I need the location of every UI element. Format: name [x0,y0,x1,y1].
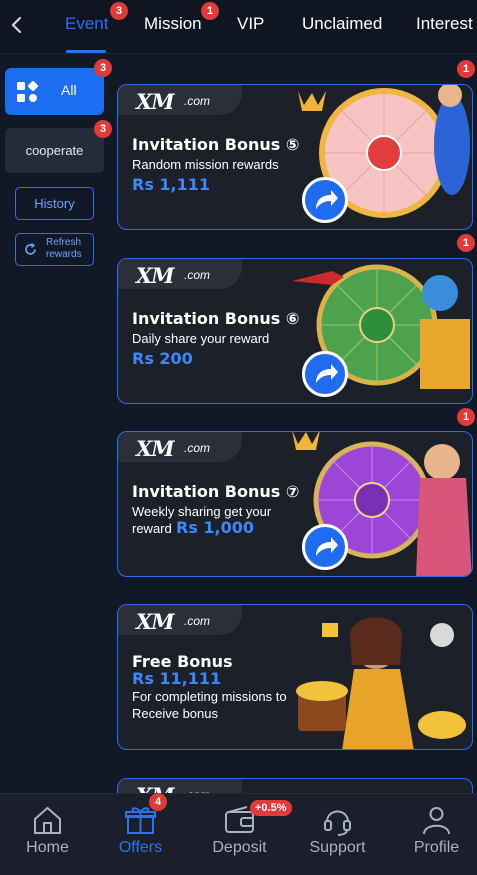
bottom-navigation: Home Offers Deposit Support Profile [0,793,477,875]
category-cooperate-badge: 3 [94,120,112,138]
brand-domain: .com [184,268,211,282]
tab-mission[interactable]: Mission [144,14,202,34]
promo-card-invitation-5[interactable]: XM .com Invitation Bonus ⑤ Random mission… [117,84,473,230]
top-tab-bar: Event 3 Mission 1 VIP Unclaimed Interest [0,0,477,54]
tab-mission-badge: 1 [201,2,219,20]
category-cooperate-label: cooperate [25,143,84,158]
card-badge: 1 [457,234,475,252]
grid-icon [17,81,38,102]
history-button[interactable]: History [15,187,94,220]
nav-home-label: Home [26,839,69,856]
tab-event-badge: 3 [110,2,128,20]
card-go-button[interactable] [302,351,348,397]
card-title: Invitation Bonus ⑤ [132,135,300,154]
nav-profile-label: Profile [413,839,460,856]
brand-tab: XM .com [118,605,242,635]
refresh-icon [25,242,36,255]
card-subtitle: Random mission rewards [132,157,279,172]
promo-card-invitation-7[interactable]: XM .com Invitation Bonus ⑦ Weekly sharing… [117,431,473,577]
refresh-rewards-button[interactable]: Refresh rewards [15,233,94,266]
tab-unclaimed[interactable]: Unclaimed [302,14,382,34]
brand-tab: XM .com [118,259,242,289]
brand-logo: XM [136,89,175,114]
tab-vip[interactable]: VIP [237,14,264,34]
card-badge: 1 [457,60,475,78]
refresh-rewards-label: Refresh rewards [46,237,82,260]
category-all-button[interactable]: All [5,68,104,115]
brand-logo: XM [136,263,175,288]
home-icon [34,806,61,834]
nav-deposit-label: Deposit [212,839,267,856]
nav-offers-label: Offers [118,839,163,856]
nav-offers[interactable]: Offers [93,794,188,875]
card-subtitle-line2: reward [132,521,172,536]
card-amount: Rs 1,000 [176,518,255,537]
profile-icon [423,807,450,835]
category-cooperate-button[interactable]: cooperate [5,128,104,173]
card-go-button[interactable] [302,177,348,223]
nav-support-label: Support [309,839,366,856]
card-subtitle: Daily share your reward [132,331,270,346]
card-title: Invitation Bonus ⑥ [132,309,300,328]
card-amount: Rs 200 [132,349,193,368]
treasure-character-illustration [296,617,466,749]
headset-icon [324,810,351,836]
brand-logo: XM [136,436,175,461]
category-all-label: All [61,82,77,98]
nav-profile[interactable]: Profile [389,794,477,875]
tab-interest[interactable]: Interest [416,14,473,34]
nav-offers-badge: 4 [149,793,167,811]
card-go-button[interactable] [302,524,348,570]
active-tab-indicator [66,50,106,53]
card-subtitle-line1: For completing missions to [132,689,287,704]
promotions-screen: Event 3 Mission 1 VIP Unclaimed Interest… [0,0,477,875]
back-arrow-icon[interactable] [6,12,28,38]
brand-domain: .com [184,441,211,455]
curved-arrow-icon [316,537,338,556]
card-amount: Rs 11,111 [132,669,222,688]
category-all-badge: 3 [94,59,112,77]
nav-home[interactable]: Home [0,794,95,875]
card-amount: Rs 1,111 [132,175,211,194]
nav-deposit-badge: +0.5% [250,800,292,816]
promo-card-free-bonus[interactable]: XM .com Free Bonus Rs 11,111 For completi… [117,604,473,750]
tab-event[interactable]: Event [65,14,108,34]
brand-domain: .com [184,94,211,108]
promo-card-invitation-6[interactable]: XM .com Invitation Bonus ⑥ Daily share yo… [117,258,473,404]
curved-arrow-icon [316,364,338,383]
brand-logo: XM [136,609,175,634]
curved-arrow-icon [316,190,338,209]
card-subtitle-line2: Receive bonus [132,706,218,721]
card-badge: 1 [457,408,475,426]
brand-tab: XM .com [118,85,242,115]
card-title: Invitation Bonus ⑦ [132,482,300,501]
brand-tab: XM .com [118,432,242,462]
nav-support[interactable]: Support [290,794,385,875]
brand-domain: .com [184,614,211,628]
